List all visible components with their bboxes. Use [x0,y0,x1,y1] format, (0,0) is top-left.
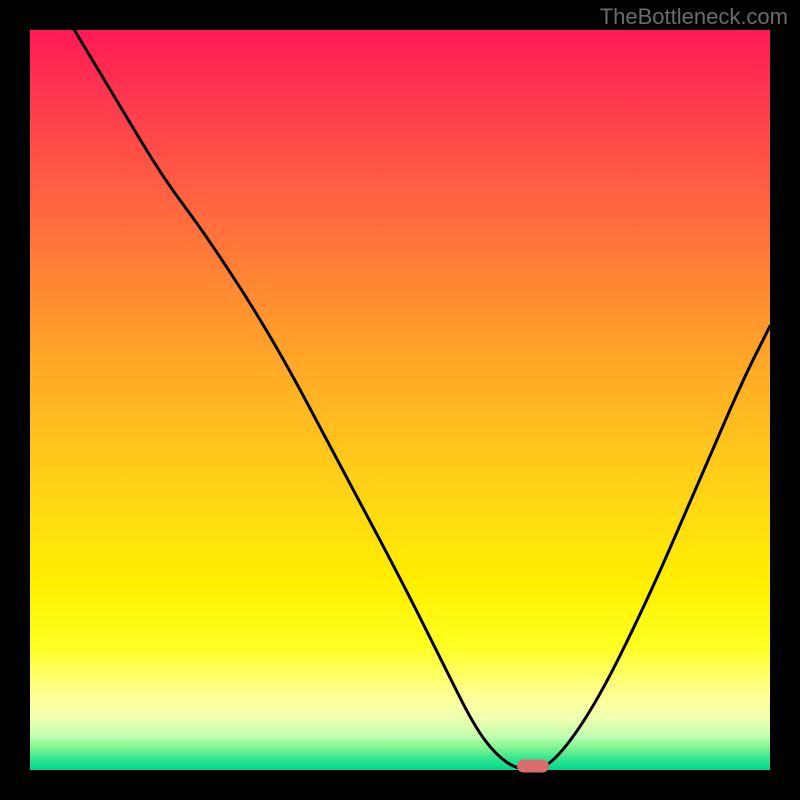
chart-container: TheBottleneck.com [0,0,800,800]
optimal-marker [517,760,549,773]
watermark-text: TheBottleneck.com [600,4,788,30]
plot-area [30,30,770,770]
bottleneck-curve [30,30,770,770]
